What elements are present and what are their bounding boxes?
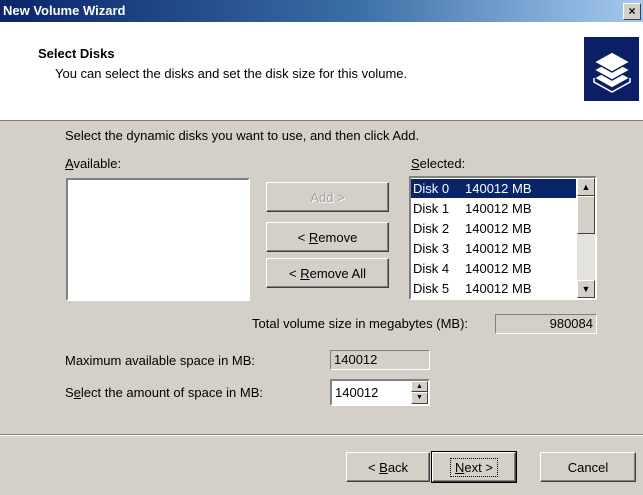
list-item[interactable]: Disk 5 140012 MB [411, 279, 576, 298]
scroll-up-icon[interactable]: ▲ [577, 178, 595, 196]
title-bar: New Volume Wizard × [0, 0, 643, 22]
selected-list[interactable]: Disk 0 140012 MB Disk 1 140012 MB Disk 2 14… [409, 176, 597, 300]
total-size-label: Total volume size in megabytes (MB): [252, 316, 469, 331]
remove-all-button[interactable]: < Remove All [266, 258, 389, 288]
next-button[interactable]: Next > [431, 451, 517, 483]
scroll-thumb[interactable] [577, 196, 595, 234]
add-button[interactable]: Add > [266, 182, 389, 212]
page-subtitle: You can select the disks and set the dis… [55, 66, 408, 81]
selected-label: Selected: [411, 156, 466, 171]
list-item[interactable]: Disk 1 140012 MB [411, 199, 576, 218]
available-list[interactable] [66, 178, 250, 301]
amount-label: Select the amount of space in MB: [65, 385, 264, 400]
spin-down-icon[interactable]: ▼ [411, 392, 428, 404]
window-title: New Volume Wizard [3, 3, 126, 18]
scroll-down-icon[interactable]: ▼ [577, 280, 595, 298]
max-space-label: Maximum available space in MB: [65, 353, 256, 368]
remove-button[interactable]: < Remove [266, 222, 389, 252]
back-button[interactable]: < Back [346, 452, 430, 482]
wizard-header: Select Disks You can select the disks an… [0, 22, 643, 121]
available-label: Available: [65, 156, 122, 171]
cancel-button[interactable]: Cancel [540, 452, 636, 482]
list-item[interactable]: Disk 4 140012 MB [411, 259, 576, 278]
next-button-focus: Next > [450, 457, 498, 477]
spin-up-icon[interactable]: ▲ [411, 381, 428, 392]
amount-input[interactable]: 140012 [335, 385, 378, 400]
page-title: Select Disks [38, 46, 115, 61]
list-item[interactable]: Disk 0 140012 MB [411, 179, 576, 198]
instruction-text: Select the dynamic disks you want to use… [65, 128, 420, 143]
list-item[interactable]: Disk 2 140012 MB [411, 219, 576, 238]
selected-list-scrollbar[interactable]: ▲ ▼ [577, 178, 595, 298]
selected-list-items: Disk 0 140012 MB Disk 1 140012 MB Disk 2 14… [411, 178, 577, 298]
footer-divider [0, 434, 643, 436]
disk-stack-icon [584, 37, 639, 101]
close-button[interactable]: × [623, 3, 641, 20]
max-space-value: 140012 [330, 350, 430, 370]
amount-spinner[interactable]: 140012 ▲ ▼ [330, 379, 430, 406]
total-size-value: 980084 [495, 314, 597, 334]
list-item[interactable]: Disk 3 140012 MB [411, 239, 576, 258]
